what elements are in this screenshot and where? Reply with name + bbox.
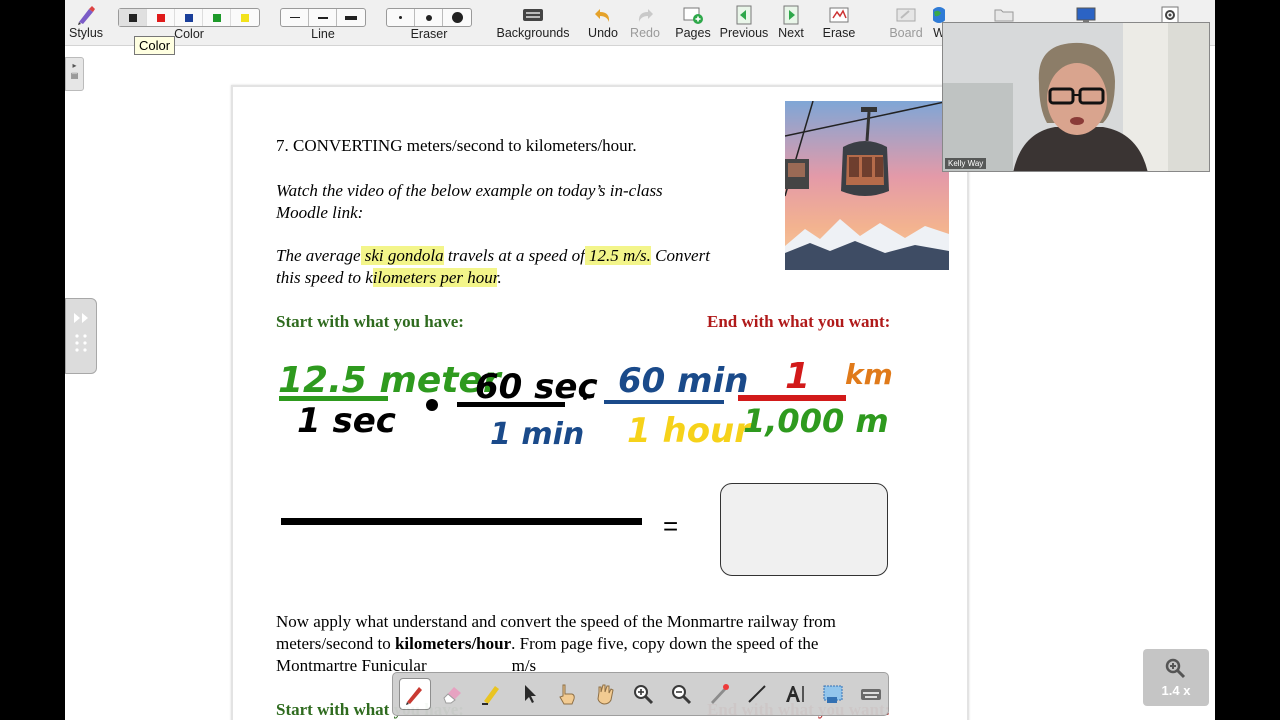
pen-tool[interactable] xyxy=(399,678,431,710)
ink-fraction2-denominator: 1 min xyxy=(490,417,584,452)
ink-fraction4-bar xyxy=(738,395,846,401)
pen-toolbar xyxy=(392,672,889,716)
ink-fraction3-denominator: 1 hour xyxy=(627,411,753,451)
webcam-name-label: Kelly Way xyxy=(945,158,987,169)
line-tool[interactable] xyxy=(741,678,773,710)
ink-fraction3-numerator: 60 min xyxy=(618,361,748,401)
ink-fraction3-bar xyxy=(604,400,724,404)
eraser-tool[interactable] xyxy=(437,678,469,710)
cursor-icon xyxy=(525,685,536,703)
eraser-icon xyxy=(443,687,461,704)
line-icon xyxy=(748,685,766,703)
laser-tool[interactable] xyxy=(703,678,735,710)
ink-multiply-dot-2 xyxy=(583,396,587,400)
text-tool[interactable] xyxy=(779,678,811,710)
pan-hand-tool[interactable] xyxy=(589,678,621,710)
keyboard-tool[interactable] xyxy=(855,678,887,710)
screen-capture-icon xyxy=(823,685,843,703)
hand-icon xyxy=(597,684,614,705)
zoom-icon xyxy=(1165,658,1186,679)
ink-fraction1-numerator: 12.5 meter xyxy=(278,360,503,401)
ink-fraction1-denominator: 1 sec xyxy=(297,401,396,441)
zoom-level: 1.4 x xyxy=(1161,683,1191,698)
whiteboard-stage: Stylus Color Line Eraser Backgrounds Und… xyxy=(65,0,1215,720)
text-icon xyxy=(786,686,804,702)
ink-fraction4-unit: km xyxy=(845,358,893,391)
zoom-out-icon xyxy=(672,685,692,705)
pen-icon xyxy=(406,687,422,705)
zoom-out-tool[interactable] xyxy=(665,678,697,710)
laser-pointer-icon xyxy=(711,684,729,704)
highlighter-icon xyxy=(482,686,499,705)
pointing-hand-icon xyxy=(559,684,575,705)
webcam-video: Kelly Way xyxy=(942,22,1210,172)
highlighter-tool[interactable] xyxy=(475,678,507,710)
ink-multiply-dot-1 xyxy=(426,399,438,411)
keyboard-icon xyxy=(861,689,881,700)
screen-capture-tool[interactable] xyxy=(817,678,849,710)
zoom-in-icon xyxy=(634,685,654,705)
zoom-in-tool[interactable] xyxy=(627,678,659,710)
ink-fraction2-numerator: 60 sec xyxy=(475,367,598,407)
gondola-photo xyxy=(785,101,949,270)
ink-fraction4-numerator: 1 xyxy=(785,356,810,397)
ink-fraction2-bar xyxy=(457,402,565,407)
zoom-indicator[interactable]: 1.4 x xyxy=(1143,649,1209,706)
select-tool[interactable] xyxy=(513,678,545,710)
ink-fraction4-denominator: 1,000 m xyxy=(743,402,889,440)
pointer-hand-tool[interactable] xyxy=(551,678,583,710)
